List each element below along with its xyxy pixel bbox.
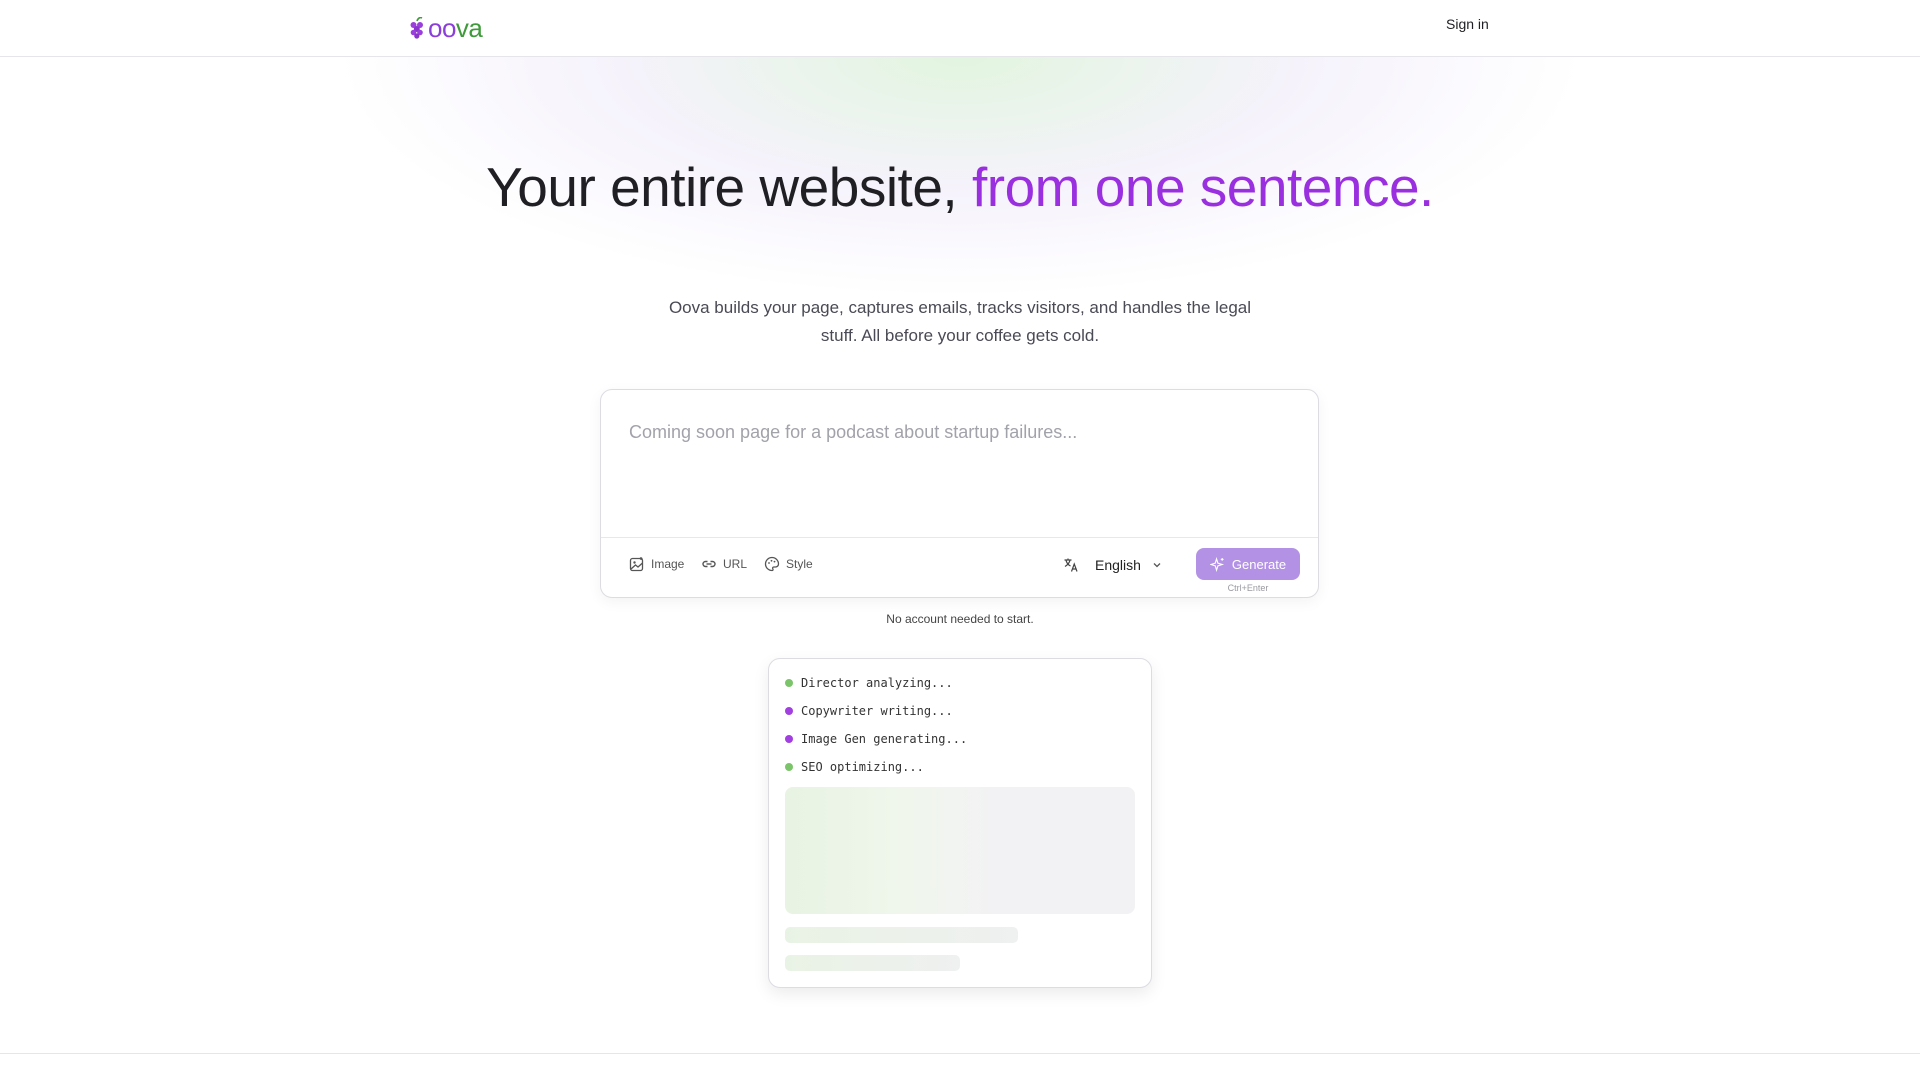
agent-row: Director analyzing...	[785, 676, 953, 690]
brand-logo[interactable]: oova	[409, 13, 483, 43]
language-select[interactable]: English	[1063, 550, 1163, 580]
keyboard-shortcut-hint: Ctrl+Enter	[1227, 583, 1269, 593]
skeleton-image-placeholder	[785, 787, 1135, 914]
style-tool-label: Style	[786, 557, 813, 571]
url-tool-button[interactable]: URL	[701, 556, 747, 572]
no-account-note: No account needed to start.	[886, 612, 1034, 626]
agent-status-label: SEO optimizing...	[801, 760, 924, 774]
image-tool-label: Image	[651, 557, 685, 571]
hero-subtitle: Oova builds your page, captures emails, …	[668, 298, 1252, 345]
translate-icon	[1064, 558, 1078, 572]
status-dot	[785, 735, 793, 743]
agent-status-label: Director analyzing...	[801, 676, 953, 690]
skeleton-text-line	[785, 927, 1018, 943]
hero-title: Your entire website, from one sentence.	[0, 160, 1920, 215]
skeleton-text-line	[785, 955, 960, 971]
agent-row: Copywriter writing...	[785, 704, 953, 718]
prompt-divider	[601, 537, 1318, 538]
prompt-box: Image URL Style English	[600, 389, 1319, 598]
sign-in-link[interactable]: Sign in	[1446, 16, 1489, 32]
sparkles-icon	[1209, 556, 1225, 572]
style-tool-button[interactable]: Style	[764, 556, 813, 572]
agent-status-card: Director analyzing... Copywriter writing…	[768, 658, 1152, 988]
agent-row: Image Gen generating...	[785, 732, 967, 746]
top-navbar: oova Sign in	[0, 0, 1920, 57]
hero-title-plain: Your entire website,	[486, 156, 958, 218]
url-tool-label: URL	[723, 557, 748, 571]
agent-status-label: Copywriter writing...	[801, 704, 953, 718]
status-dot	[785, 679, 793, 687]
hero-title-accent: from one sentence.	[971, 156, 1434, 218]
image-icon	[629, 557, 644, 572]
link-icon	[702, 560, 716, 568]
chevron-down-icon	[1153, 563, 1161, 568]
grape-icon	[410, 17, 423, 39]
section-divider	[0, 1053, 1920, 1054]
generate-button-label: Generate	[1231, 556, 1287, 572]
logo-wordmark: oova	[428, 13, 483, 43]
logo-word-part1: oo	[428, 13, 456, 43]
agent-status-label: Image Gen generating...	[801, 732, 968, 746]
page: oova Sign in Your entire website, from o…	[0, 0, 1920, 1080]
generate-button[interactable]: Generate	[1196, 548, 1300, 580]
status-dot	[785, 707, 793, 715]
agent-row: SEO optimizing...	[785, 760, 924, 774]
status-dot	[785, 763, 793, 771]
logo-word-part2: va	[455, 13, 483, 43]
prompt-input[interactable]	[627, 420, 1291, 524]
image-tool-button[interactable]: Image	[629, 556, 684, 572]
palette-icon	[764, 556, 780, 572]
language-label: English	[1095, 557, 1141, 573]
